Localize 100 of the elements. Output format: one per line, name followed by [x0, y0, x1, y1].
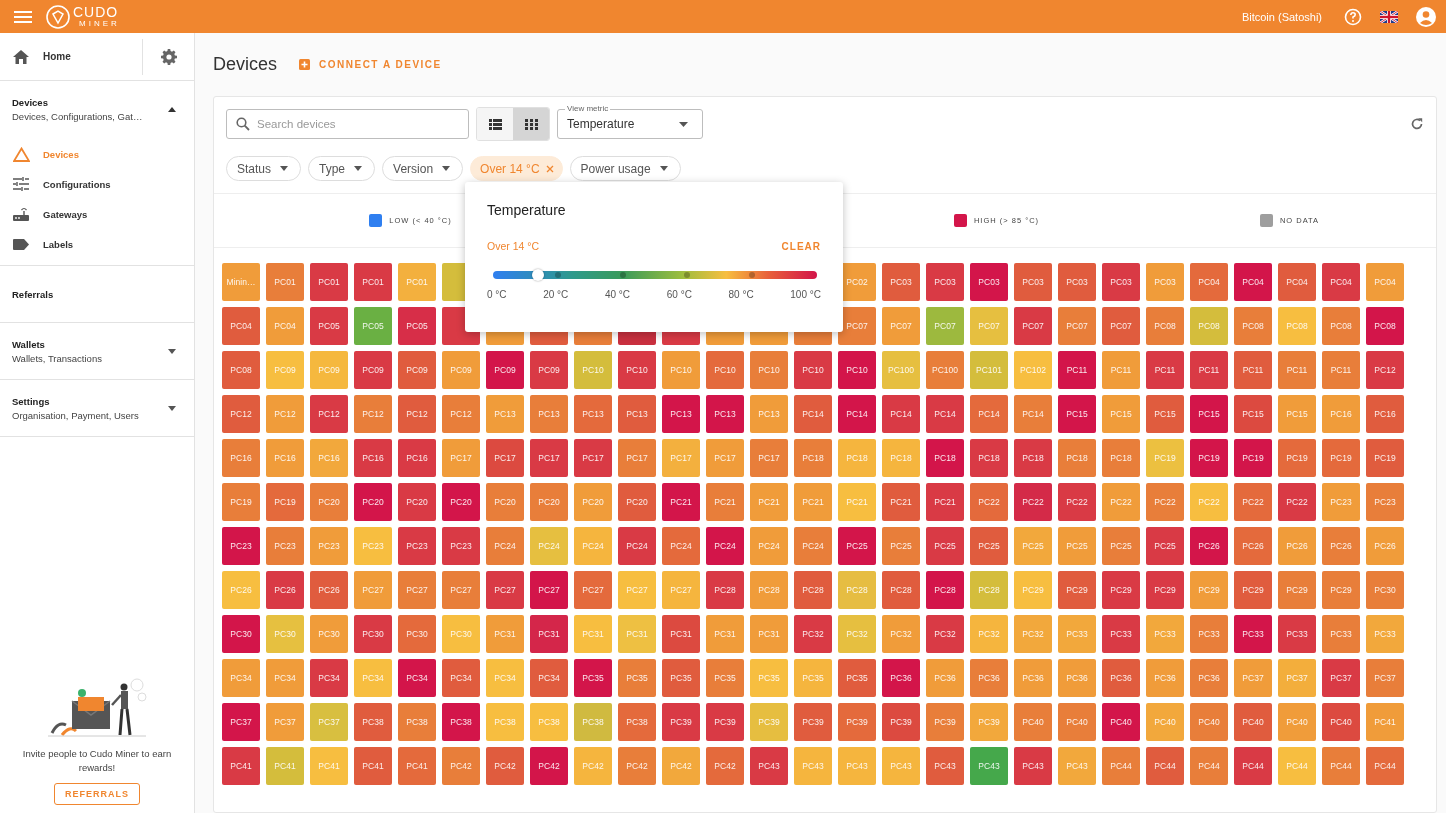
device-tile[interactable]: PC25: [1014, 527, 1052, 565]
device-tile[interactable]: PC20: [310, 483, 348, 521]
device-tile[interactable]: PC43: [926, 747, 964, 785]
device-tile[interactable]: PC17: [486, 439, 524, 477]
device-tile[interactable]: PC37: [310, 703, 348, 741]
device-tile[interactable]: PC33: [1102, 615, 1140, 653]
device-tile[interactable]: PC10: [618, 351, 656, 389]
device-tile[interactable]: PC13: [530, 395, 568, 433]
device-tile[interactable]: PC23: [354, 527, 392, 565]
device-tile[interactable]: PC17: [530, 439, 568, 477]
device-tile[interactable]: PC35: [838, 659, 876, 697]
device-tile[interactable]: PC35: [618, 659, 656, 697]
device-tile[interactable]: PC41: [354, 747, 392, 785]
device-tile[interactable]: PC34: [354, 659, 392, 697]
device-tile[interactable]: PC20: [530, 483, 568, 521]
filter-chip[interactable]: Type: [308, 156, 376, 181]
device-tile[interactable]: PC15: [1146, 395, 1184, 433]
device-tile[interactable]: PC01: [310, 263, 348, 301]
device-tile[interactable]: PC37: [266, 703, 304, 741]
device-tile[interactable]: PC27: [442, 571, 480, 609]
currency-selector[interactable]: Bitcoin (Satoshi): [1241, 10, 1322, 23]
device-tile[interactable]: PC26: [1190, 527, 1228, 565]
device-tile[interactable]: PC17: [750, 439, 788, 477]
device-tile[interactable]: PC23: [222, 527, 260, 565]
device-tile[interactable]: PC09: [486, 351, 524, 389]
list-view-button[interactable]: [477, 108, 513, 140]
device-tile[interactable]: PC09: [310, 351, 348, 389]
device-tile[interactable]: PC30: [354, 615, 392, 653]
device-tile[interactable]: PC41: [1366, 703, 1404, 741]
device-tile[interactable]: PC30: [442, 615, 480, 653]
device-tile[interactable]: PC18: [882, 439, 920, 477]
nav-item[interactable]: Gateways: [0, 199, 194, 229]
device-tile[interactable]: PC10: [574, 351, 612, 389]
device-tile[interactable]: PC38: [354, 703, 392, 741]
device-tile[interactable]: PC07: [838, 307, 876, 345]
device-tile[interactable]: PC07: [1014, 307, 1052, 345]
device-tile[interactable]: PC09: [398, 351, 436, 389]
device-tile[interactable]: PC38: [574, 703, 612, 741]
device-tile[interactable]: PC38: [442, 703, 480, 741]
device-tile[interactable]: PC31: [530, 615, 568, 653]
device-tile[interactable]: PC26: [1366, 527, 1404, 565]
device-tile[interactable]: PC39: [706, 703, 744, 741]
device-tile[interactable]: PC34: [530, 659, 568, 697]
device-tile[interactable]: PC42: [530, 747, 568, 785]
device-tile[interactable]: PC33: [1322, 615, 1360, 653]
device-tile[interactable]: PC11: [1322, 351, 1360, 389]
device-tile[interactable]: PC27: [618, 571, 656, 609]
device-tile[interactable]: PC34: [310, 659, 348, 697]
device-tile[interactable]: PC17: [574, 439, 612, 477]
device-tile[interactable]: PC38: [398, 703, 436, 741]
device-tile[interactable]: PC43: [1058, 747, 1096, 785]
device-tile[interactable]: PC15: [1190, 395, 1228, 433]
device-tile[interactable]: PC41: [222, 747, 260, 785]
device-tile[interactable]: PC22: [1102, 483, 1140, 521]
device-tile[interactable]: PC34: [222, 659, 260, 697]
device-tile[interactable]: PC44: [1190, 747, 1228, 785]
device-tile[interactable]: PC18: [794, 439, 832, 477]
device-tile[interactable]: PC42: [486, 747, 524, 785]
device-tile[interactable]: PC10: [750, 351, 788, 389]
device-tile[interactable]: PC22: [1234, 483, 1272, 521]
device-tile[interactable]: PC29: [1014, 571, 1052, 609]
device-tile[interactable]: PC37: [222, 703, 260, 741]
device-tile[interactable]: PC13: [662, 395, 700, 433]
device-tile[interactable]: PC33: [1146, 615, 1184, 653]
device-tile[interactable]: PC44: [1102, 747, 1140, 785]
device-tile[interactable]: PC28: [706, 571, 744, 609]
device-tile[interactable]: PC34: [266, 659, 304, 697]
device-tile[interactable]: PC10: [794, 351, 832, 389]
device-tile[interactable]: PC13: [574, 395, 612, 433]
device-tile[interactable]: PC19: [1190, 439, 1228, 477]
flag-icon[interactable]: [1380, 10, 1398, 23]
device-tile[interactable]: PC09: [442, 351, 480, 389]
device-tile[interactable]: PC30: [398, 615, 436, 653]
device-tile[interactable]: PC01: [354, 263, 392, 301]
device-tile[interactable]: PC26: [222, 571, 260, 609]
device-tile[interactable]: PC22: [1058, 483, 1096, 521]
device-tile[interactable]: PC24: [750, 527, 788, 565]
device-tile[interactable]: PC35: [794, 659, 832, 697]
device-tile[interactable]: PC21: [882, 483, 920, 521]
device-tile[interactable]: PC16: [1366, 395, 1404, 433]
device-tile[interactable]: PC36: [1190, 659, 1228, 697]
device-tile[interactable]: PC33: [1234, 615, 1272, 653]
device-tile[interactable]: PC42: [662, 747, 700, 785]
device-tile[interactable]: PC40: [1278, 703, 1316, 741]
settings-icon[interactable]: [160, 48, 177, 65]
device-tile[interactable]: PC07: [970, 307, 1008, 345]
device-tile[interactable]: PC43: [882, 747, 920, 785]
device-tile[interactable]: PC33: [1058, 615, 1096, 653]
device-tile[interactable]: PC12: [442, 395, 480, 433]
device-tile[interactable]: PC30: [310, 615, 348, 653]
device-tile[interactable]: PC43: [794, 747, 832, 785]
device-tile[interactable]: PC07: [926, 307, 964, 345]
device-tile[interactable]: PC16: [266, 439, 304, 477]
device-tile[interactable]: PC10: [662, 351, 700, 389]
device-tile[interactable]: PC23: [1366, 483, 1404, 521]
filter-chip[interactable]: Status: [226, 156, 302, 181]
device-tile[interactable]: PC42: [442, 747, 480, 785]
device-tile[interactable]: PC03: [1058, 263, 1096, 301]
device-tile[interactable]: PC03: [970, 263, 1008, 301]
menu-icon[interactable]: [14, 9, 32, 24]
